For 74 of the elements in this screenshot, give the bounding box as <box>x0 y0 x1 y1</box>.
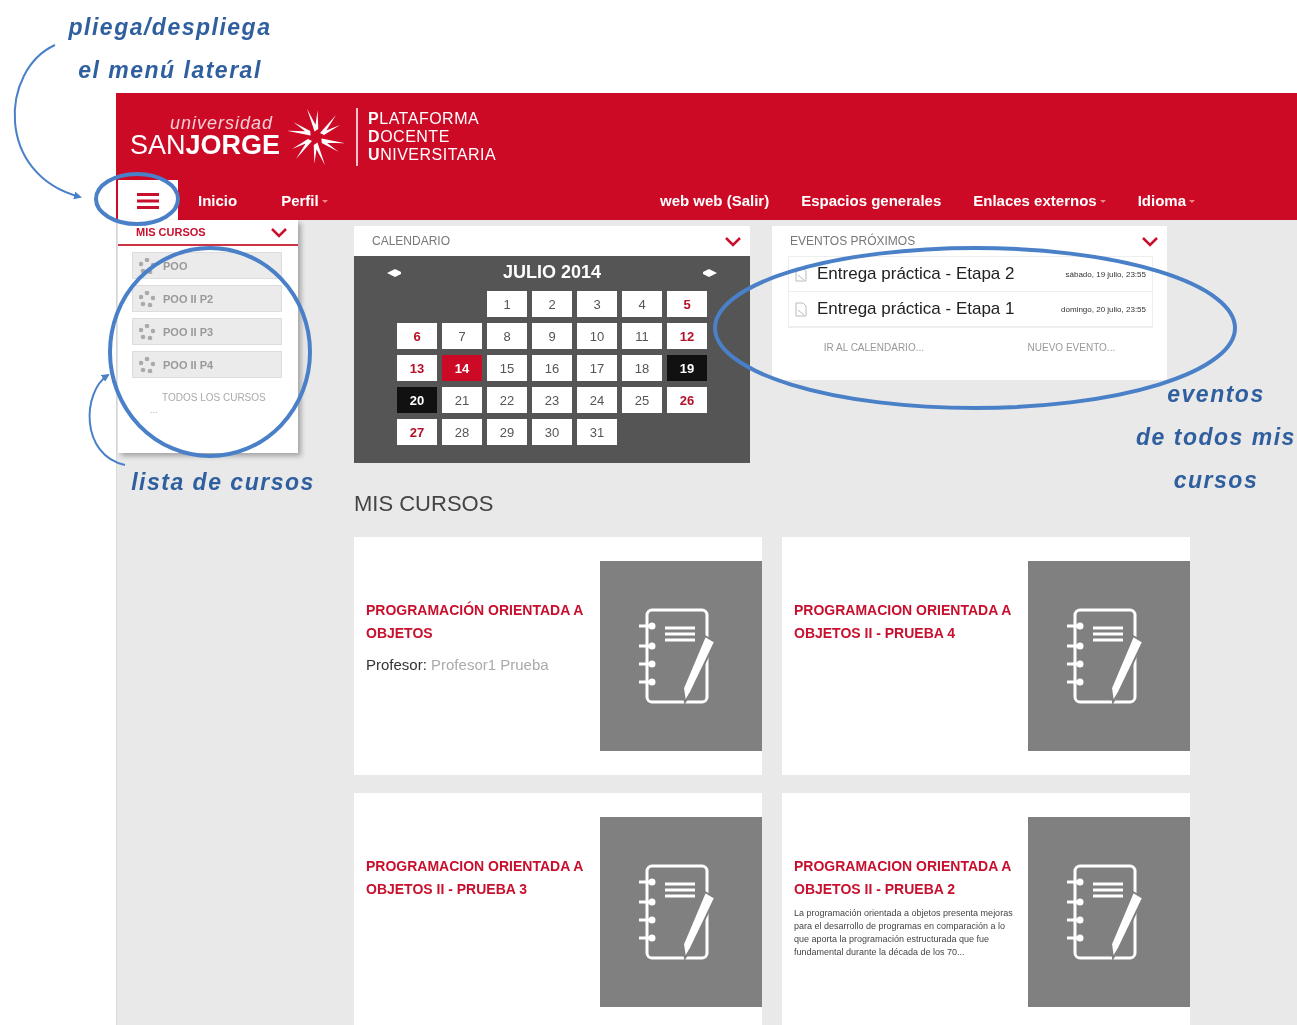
calendar-day[interactable]: 21 <box>442 387 482 413</box>
calendar-day[interactable]: 22 <box>487 387 527 413</box>
event-link[interactable]: Entrega práctica - Etapa 1 <box>817 299 1015 319</box>
calendar-day[interactable]: 31 <box>577 419 617 445</box>
chevron-down-icon[interactable] <box>1141 235 1159 247</box>
month-title: JULIO 2014 <box>502 262 602 283</box>
section-heading: MIS CURSOS <box>354 491 495 517</box>
calendar-day[interactable]: 10 <box>577 323 617 349</box>
calendar-day[interactable]: 8 <box>487 323 527 349</box>
calendar-day[interactable]: 12 <box>667 323 707 349</box>
calendar-day[interactable]: 23 <box>532 387 572 413</box>
panel-title: EVENTOS PRÓXIMOS <box>790 234 916 248</box>
calendar-day[interactable]: 1 <box>487 291 527 317</box>
course-description: La programación orientada a objetos presenta mejoras para el desarrollo de programas en comparación a lo que aporta la programación estructurada que fue fundamental durante la década de los 70... <box>794 907 1014 959</box>
logo-tagline: universidad <box>170 114 275 132</box>
calendar-day[interactable]: 7 <box>442 323 482 349</box>
teacher-text: Profesor: Profesor1 Prueba <box>366 655 550 675</box>
menu-icon <box>137 193 159 209</box>
nav-link[interactable]: Inicio <box>198 191 238 209</box>
nav-link[interactable]: Idioma <box>1137 191 1195 209</box>
nav-link[interactable]: Perfil <box>281 191 328 209</box>
calendar-day[interactable]: 18 <box>622 355 662 381</box>
calendar-day[interactable]: 24 <box>577 387 617 413</box>
caret-icon <box>1189 200 1195 204</box>
calendar-day[interactable]: 15 <box>487 355 527 381</box>
event-date: domingo, 20 julio, 23:55 <box>1061 304 1146 314</box>
calendar-day[interactable]: 30 <box>532 419 572 445</box>
calendar-day[interactable]: 29 <box>487 419 527 445</box>
course-icon <box>139 356 155 373</box>
annotation-text: lista de cursos <box>130 468 316 497</box>
caret-icon <box>321 200 328 204</box>
event-link[interactable]: Entrega práctica - Etapa 2 <box>817 264 1015 284</box>
calendar-day[interactable]: 5 <box>667 291 707 317</box>
caret-icon <box>1099 200 1106 204</box>
more-text: ... <box>150 405 159 415</box>
nav-link[interactable]: Espacios generales <box>801 191 942 209</box>
chevron-down-icon[interactable] <box>724 235 742 247</box>
course-icon <box>139 257 155 274</box>
calendar-day[interactable]: 20 <box>397 387 437 413</box>
calendar-day[interactable]: 28 <box>442 419 482 445</box>
course-title-link[interactable]: PROGRAMACIÓN ORIENTADA A OBJETOS <box>366 599 586 645</box>
course-title-link[interactable]: PROGRAMACION ORIENTADA A OBJETOS II - PRUEBA 3 <box>366 855 586 901</box>
nav-link[interactable]: Enlaces externos <box>973 191 1106 209</box>
course-icon <box>139 290 155 307</box>
event-date: sábado, 19 julio, 23:55 <box>1065 269 1146 279</box>
calendar-day[interactable]: 4 <box>622 291 662 317</box>
course-icon <box>139 323 155 340</box>
calendar-day[interactable]: 19 <box>667 355 707 381</box>
calendar-day[interactable]: 16 <box>532 355 572 381</box>
previous-month-icon[interactable] <box>387 268 401 277</box>
next-month-icon[interactable] <box>703 268 717 277</box>
calendar-day[interactable]: 2 <box>532 291 572 317</box>
platform-title: PLATAFORMA DOCENTE UNIVERSITARIA <box>368 109 497 164</box>
course-title-link[interactable]: PROGRAMACION ORIENTADA A OBJETOS II - PRUEBA 2 <box>794 855 1014 901</box>
calendar-day[interactable]: 6 <box>397 323 437 349</box>
collapse-icon[interactable] <box>270 226 288 238</box>
calendar-day[interactable]: 26 <box>667 387 707 413</box>
logo-name: SANJORGE <box>130 132 281 159</box>
annotation-text: pliega/despliega el menú lateral <box>67 13 273 85</box>
panel-title: CALENDARIO <box>372 234 451 248</box>
sidebar-title: MIS CURSOS <box>136 226 206 238</box>
calendar-day[interactable]: 14 <box>442 355 482 381</box>
calendar-day[interactable]: 3 <box>577 291 617 317</box>
annotation-text: eventos de todos mis cursos <box>1135 380 1297 495</box>
calendar-day[interactable]: 13 <box>397 355 437 381</box>
calendar-day[interactable]: 17 <box>577 355 617 381</box>
calendar-day[interactable]: 11 <box>622 323 662 349</box>
document-icon <box>795 301 807 317</box>
nav-link[interactable]: web web (Salir) <box>659 191 770 209</box>
document-icon <box>795 266 807 282</box>
calendar-day[interactable]: 27 <box>397 419 437 445</box>
course-title-link[interactable]: PROGRAMACION ORIENTADA A OBJETOS II - PRUEBA 4 <box>794 599 1014 645</box>
calendar-day[interactable]: 9 <box>532 323 572 349</box>
calendar-day[interactable]: 25 <box>622 387 662 413</box>
